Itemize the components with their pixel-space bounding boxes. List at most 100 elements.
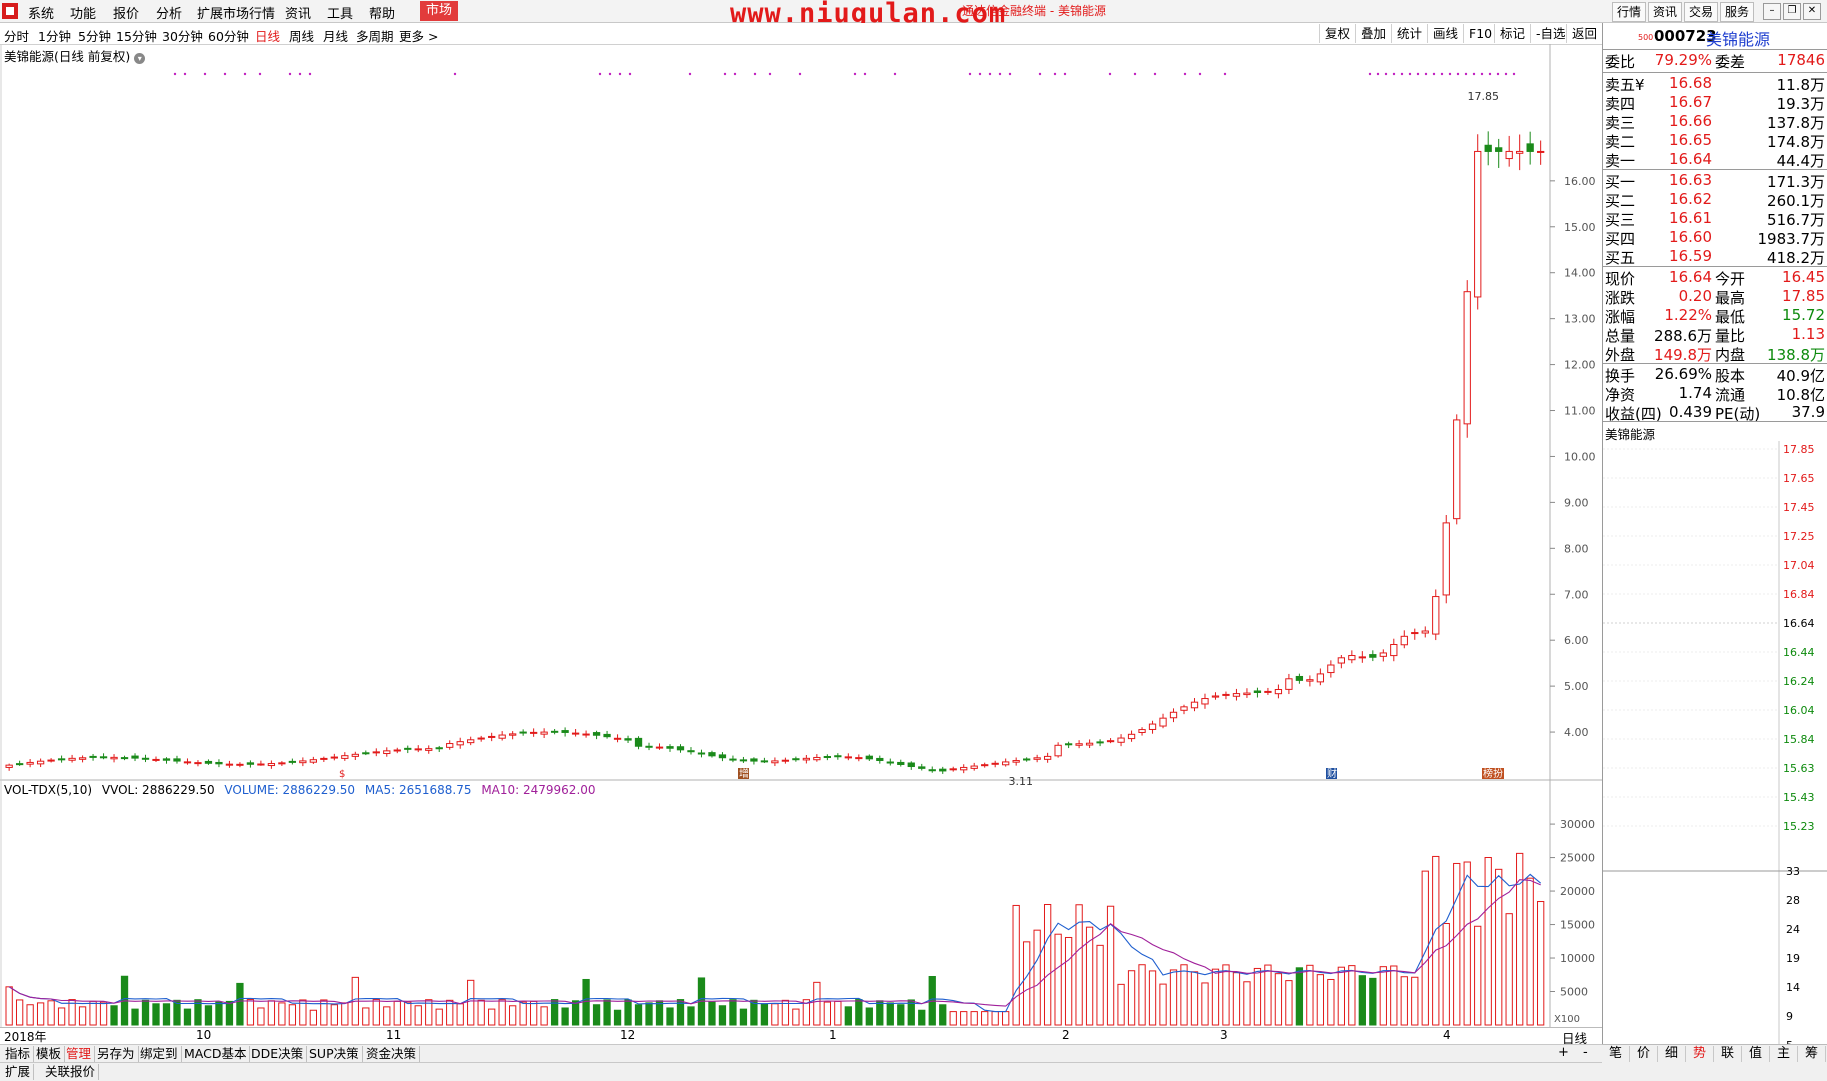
tool-f10-button[interactable]: F10 <box>1463 24 1497 43</box>
candle <box>1180 704 1188 715</box>
tool-adjust-button[interactable]: 复权 <box>1319 24 1355 43</box>
top-button-quotes[interactable]: 行情 <box>1612 2 1647 22</box>
period-tab-weekly[interactable]: 周线 <box>289 26 314 45</box>
quote-small-label: 500 <box>1638 33 1654 42</box>
top-button-service[interactable]: 服务 <box>1720 2 1755 22</box>
price-tick-label: 15.00 <box>1564 221 1596 234</box>
volume-bars <box>5 852 1545 1026</box>
candle <box>1400 630 1408 649</box>
zoom-out-button[interactable]: - <box>1583 1045 1588 1060</box>
tool-overlay-button[interactable]: 叠加 <box>1355 24 1391 43</box>
period-tab-intraday[interactable]: 分时 <box>4 26 29 45</box>
mini-vol-tick: 9 <box>1786 1010 1793 1023</box>
menu-extended-market[interactable]: 扩展市场行情 <box>197 3 275 22</box>
stock-name[interactable]: 美锦能源 <box>1706 26 1770 50</box>
volume-bar <box>488 1008 496 1026</box>
volume-bar <box>1400 976 1408 1026</box>
volume-bar <box>918 1009 926 1026</box>
period-tab-monthly[interactable]: 月线 <box>323 26 348 45</box>
tool-mark-button[interactable]: 标记 <box>1494 24 1530 43</box>
price-tick-label: 16.00 <box>1564 175 1596 188</box>
volume-bar <box>1379 966 1387 1026</box>
tab-fund[interactable]: 资金决策 <box>363 1046 421 1062</box>
candle <box>739 756 748 763</box>
panel-tab[interactable]: 值 <box>1742 1046 1770 1062</box>
period-tab-1min[interactable]: 1分钟 <box>38 26 71 45</box>
volume-bar <box>1295 967 1304 1026</box>
period-tab-15min[interactable]: 15分钟 <box>116 26 157 45</box>
stat-row: 现价 16.64 今开 16.45 <box>1603 268 1827 288</box>
volume-bar <box>309 1009 317 1026</box>
period-tab-5min[interactable]: 5分钟 <box>78 26 111 45</box>
tab-sup[interactable]: SUP决策 <box>306 1046 363 1062</box>
date-label: 1 <box>829 1028 837 1042</box>
period-tab-daily[interactable]: 日线 <box>255 26 280 45</box>
period-tab-multi[interactable]: 多周期 <box>356 26 394 45</box>
menu-market[interactable]: 市场 <box>420 1 459 21</box>
bid-row: 买一 16.63 171.3万 <box>1603 171 1827 191</box>
minimize-icon[interactable]: – <box>1763 3 1781 20</box>
panel-tab[interactable]: 主 <box>1770 1046 1798 1062</box>
price-tick-label: 7.00 <box>1564 588 1589 601</box>
top-button-trade[interactable]: 交易 <box>1684 2 1719 22</box>
candle <box>582 730 590 738</box>
tool-watchlist-button[interactable]: -自选 <box>1530 24 1571 43</box>
period-tab-30min[interactable]: 30分钟 <box>162 26 203 45</box>
restore-icon[interactable]: ❐ <box>1783 3 1801 20</box>
zoom-in-button[interactable]: + <box>1558 1045 1569 1060</box>
quote-header: 500 000723 美锦能源 <box>1603 25 1827 50</box>
tool-stats-button[interactable]: 统计 <box>1391 24 1427 43</box>
vol-indicator-name[interactable]: VOL-TDX(5,10) <box>4 783 92 797</box>
menu-news[interactable]: 资讯 <box>285 3 311 22</box>
mini-price-tick: 15.63 <box>1783 762 1815 775</box>
candle <box>960 764 968 774</box>
panel-tab[interactable]: 细 <box>1658 1046 1686 1062</box>
panel-tab[interactable]: 笔 <box>1602 1046 1630 1062</box>
candle <box>1537 140 1545 165</box>
panel-tab[interactable]: 联 <box>1714 1046 1742 1062</box>
menu-help[interactable]: 帮助 <box>369 3 395 22</box>
tab-dde[interactable]: DDE决策 <box>248 1046 308 1062</box>
tab-macd[interactable]: MACD基本 <box>181 1046 251 1062</box>
ask-label: 卖二 <box>1605 133 1636 151</box>
panel-tab[interactable]: 势 <box>1686 1046 1714 1062</box>
menu-analysis[interactable]: 分析 <box>156 3 182 22</box>
volume-bar <box>1484 857 1492 1026</box>
menu-tools[interactable]: 工具 <box>327 3 353 22</box>
price-tick-label: 8.00 <box>1564 542 1589 555</box>
panel-tab[interactable]: 价 <box>1630 1046 1658 1062</box>
candle <box>120 755 129 761</box>
period-tab-60min[interactable]: 60分钟 <box>208 26 249 45</box>
mini-price-tick: 15.84 <box>1783 733 1815 746</box>
chevron-down-icon[interactable]: ▾ <box>134 53 146 64</box>
menu-system[interactable]: 系统 <box>28 3 54 22</box>
candle <box>1211 692 1220 700</box>
status-linked-quote[interactable]: 关联报价 <box>42 1064 100 1080</box>
menu-quote[interactable]: 报价 <box>113 3 139 22</box>
kline-chart[interactable]: 17.85 3.11 16.00 15.00 14.00 13.00 12.00 11.00… <box>0 44 1602 1027</box>
mini-price-tick: 17.25 <box>1783 530 1815 543</box>
tool-back-button[interactable]: 返回 <box>1566 24 1602 43</box>
mini-price-tick: 16.84 <box>1783 588 1815 601</box>
tab-template[interactable]: 模板 <box>33 1046 66 1062</box>
status-extend[interactable]: 扩展 <box>2 1064 35 1080</box>
tab-bind-to[interactable]: 绑定到 <box>137 1046 182 1062</box>
tab-indicator[interactable]: 指标 <box>2 1046 35 1062</box>
candle <box>1138 727 1146 736</box>
top-button-news[interactable]: 资讯 <box>1648 2 1683 22</box>
mini-intraday-chart[interactable]: 17.85 17.65 17.45 17.25 17.04 16.84 16.64 16.44… <box>1603 441 1827 1044</box>
panel-tab[interactable]: 筹 <box>1798 1046 1826 1062</box>
bid-label: 买五 <box>1605 249 1636 267</box>
close-icon[interactable]: ✕ <box>1803 3 1821 20</box>
menu-function[interactable]: 功能 <box>70 3 96 22</box>
tab-save-as[interactable]: 另存为 <box>94 1046 139 1062</box>
period-tab-more[interactable]: 更多 > <box>399 26 438 45</box>
weibi-row: 委比 79.29% 委差 17846 <box>1603 51 1827 71</box>
tab-manage[interactable]: 管理 <box>63 1046 96 1062</box>
volume-bar <box>687 1006 695 1026</box>
volume-axis: 30000 25000 20000 15000 10000 5000 X100 <box>1550 818 1595 1025</box>
tool-draw-button[interactable]: 画线 <box>1427 24 1463 43</box>
candle <box>225 760 234 768</box>
ask-price: 16.66 <box>1669 112 1712 130</box>
volume-bar <box>110 1005 118 1026</box>
